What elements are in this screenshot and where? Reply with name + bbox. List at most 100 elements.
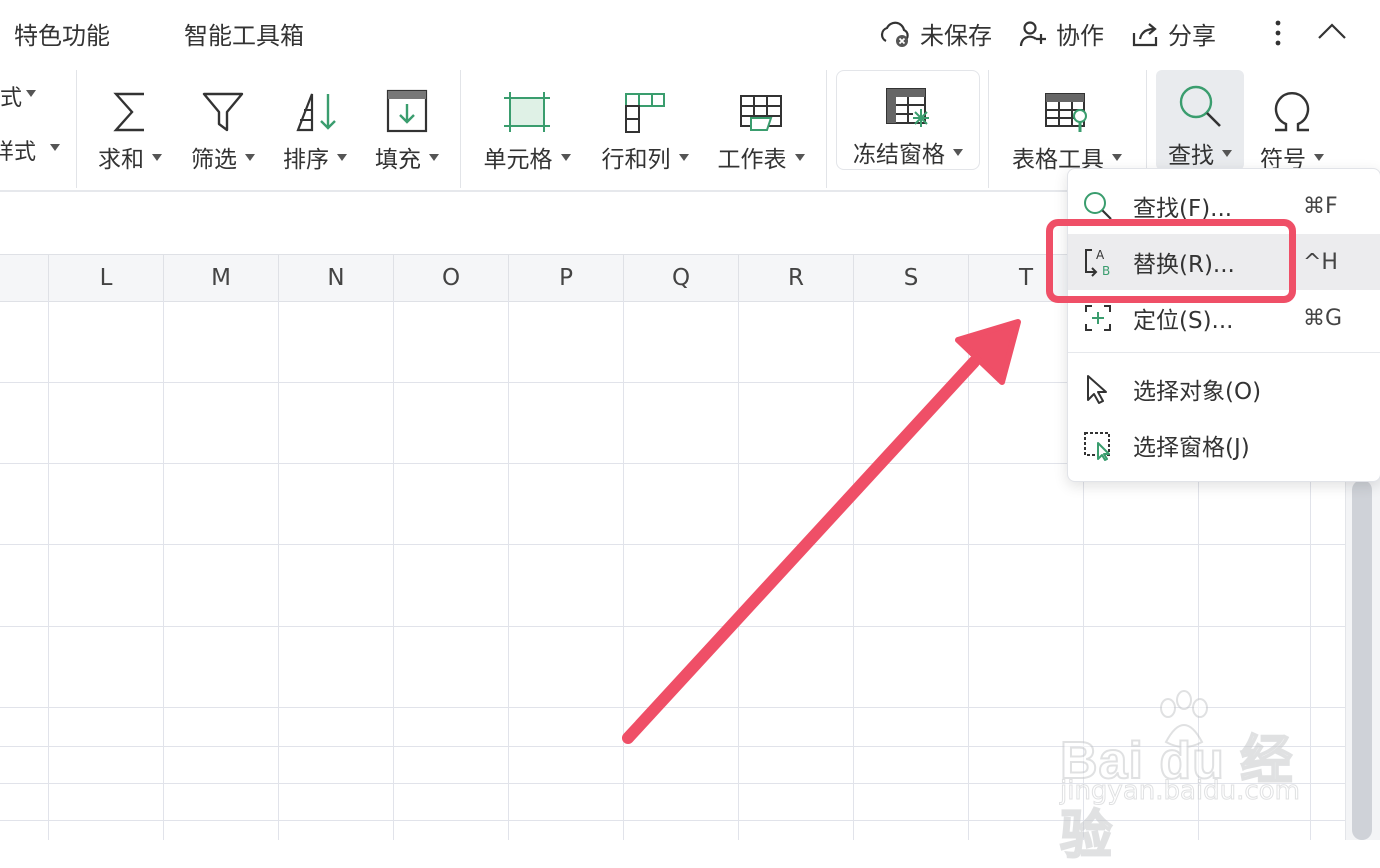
column-header-partial[interactable] [0, 255, 49, 301]
search-icon [1084, 192, 1112, 220]
chevron-down-icon [794, 153, 805, 161]
partial-style-label[interactable]: 样式 [0, 134, 36, 166]
cell-label: 单元格 [483, 147, 553, 173]
ribbon-divider [826, 70, 827, 188]
search-icon [1179, 85, 1221, 127]
ribbon-divider [76, 70, 77, 188]
grid-line [738, 300, 739, 840]
filter-label: 筛选 [191, 147, 237, 173]
grid-line [968, 300, 969, 840]
grid-line [508, 300, 509, 840]
menu-divider [1068, 352, 1380, 353]
scrollbar-thumb[interactable] [1352, 480, 1372, 840]
chevron-down-icon [678, 153, 689, 161]
column-header-l[interactable]: L [49, 255, 164, 301]
share-button[interactable]: 分享 [1130, 16, 1216, 51]
selection-pane-icon [1084, 432, 1110, 461]
grid-line [0, 626, 1345, 627]
column-header-q[interactable]: Q [624, 255, 739, 301]
chevron-down-icon [560, 153, 571, 161]
filter-icon [202, 92, 244, 132]
sigma-icon [113, 92, 144, 132]
filter-button[interactable]: 筛选 [188, 70, 258, 176]
locate-icon [1085, 305, 1111, 331]
freeze-panes-label: 冻结窗格 [853, 142, 945, 168]
chevron-down-icon [245, 153, 255, 161]
column-header-s[interactable]: S [854, 255, 969, 301]
chevron-down-icon [429, 153, 439, 161]
menu-item-select-objects-label: 选择对象(O) [1133, 379, 1262, 405]
worksheet-icon [740, 95, 782, 131]
chevron-down-icon [26, 90, 36, 97]
collapse-ribbon-icon[interactable] [1316, 20, 1348, 44]
grid-line [0, 544, 1345, 545]
table-tools-icon [1045, 93, 1087, 132]
column-header-p[interactable]: P [509, 255, 624, 301]
cloud-unsaved-icon [880, 21, 909, 47]
collaborate-label: 协作 [1056, 22, 1104, 50]
pointer-icon [1087, 375, 1107, 404]
grid-line [393, 300, 394, 840]
omega-icon [1274, 92, 1310, 132]
sum-button[interactable]: 求和 [95, 70, 165, 176]
chevron-down-icon [337, 153, 347, 161]
annotation-highlight-box [1046, 219, 1296, 303]
chevron-down-icon [1314, 153, 1324, 161]
fill-icon [386, 89, 428, 133]
collaborate-button[interactable]: 协作 [1018, 16, 1104, 51]
grid-line [48, 300, 49, 840]
column-header-o[interactable]: O [394, 255, 509, 301]
column-header-n[interactable]: N [279, 255, 394, 301]
menu-item-selection-pane[interactable]: 选择窗格(J) [1068, 417, 1380, 473]
column-header-r[interactable]: R [739, 255, 854, 301]
chevron-down-icon [50, 144, 60, 151]
grid-line [623, 300, 624, 840]
chevron-down-icon [152, 153, 162, 161]
column-header-m[interactable]: M [164, 255, 279, 301]
tab-smart-toolbox[interactable]: 智能工具箱 [184, 16, 304, 51]
top-menu-bar: 特色功能 智能工具箱 未保存 协作 分享 [0, 0, 1380, 66]
rows-columns-icon [625, 93, 665, 133]
symbol-button[interactable]: 符号 [1254, 70, 1330, 176]
unsaved-label: 未保存 [920, 22, 992, 50]
tab-special-features[interactable]: 特色功能 [14, 16, 110, 51]
cell-icon [504, 92, 550, 132]
grid-line [163, 300, 164, 840]
worksheet-button[interactable]: 工作表 [714, 70, 808, 176]
more-options-icon[interactable] [1268, 18, 1288, 48]
watermark-url: jingyan.baidu.com [1060, 776, 1301, 807]
find-label: 查找 [1168, 143, 1214, 169]
chevron-down-icon [953, 148, 963, 156]
chevron-down-icon [1222, 149, 1232, 157]
fill-button[interactable]: 填充 [372, 70, 442, 176]
ribbon-divider [988, 70, 989, 188]
find-button[interactable]: 查找 [1156, 70, 1244, 170]
unsaved-status[interactable]: 未保存 [878, 16, 992, 51]
share-icon [1132, 22, 1158, 46]
rows-columns-button[interactable]: 行和列 [598, 70, 692, 176]
grid-line [853, 300, 854, 840]
share-label: 分享 [1168, 22, 1216, 50]
baidu-jingyan-watermark: Bai du 经验 jingyan.baidu.com [1059, 690, 1320, 866]
menu-item-find-shortcut: ⌘F [1303, 193, 1338, 219]
rows-columns-label: 行和列 [601, 147, 671, 173]
grid-line [278, 300, 279, 840]
freeze-panes-button[interactable]: 冻结窗格 [836, 70, 980, 170]
find-dropdown-menu: 查找(F)... ⌘F AB 替换(R)... ^H 定位(S)... ⌘G 选… [1067, 168, 1380, 482]
sort-button[interactable]: 排序 [280, 70, 350, 176]
menu-item-find-label: 查找(F)... [1133, 196, 1233, 222]
table-tools-button[interactable]: 表格工具 [1006, 70, 1128, 176]
menu-item-selection-pane-label: 选择窗格(J) [1133, 435, 1250, 461]
sort-icon [296, 93, 336, 132]
fill-label: 填充 [375, 147, 421, 173]
sort-label: 排序 [283, 147, 329, 173]
menu-item-replace-shortcut: ^H [1303, 249, 1338, 275]
sum-label: 求和 [98, 147, 144, 173]
menu-item-select-objects[interactable]: 选择对象(O) [1068, 361, 1380, 417]
worksheet-label: 工作表 [717, 147, 787, 173]
menu-item-locate-label: 定位(S)... [1133, 308, 1234, 334]
chevron-down-icon [1112, 153, 1122, 161]
partial-format-label-top[interactable]: 式 [0, 80, 22, 112]
menu-item-locate-shortcut: ⌘G [1303, 305, 1343, 331]
cell-button[interactable]: 单元格 [480, 70, 574, 176]
